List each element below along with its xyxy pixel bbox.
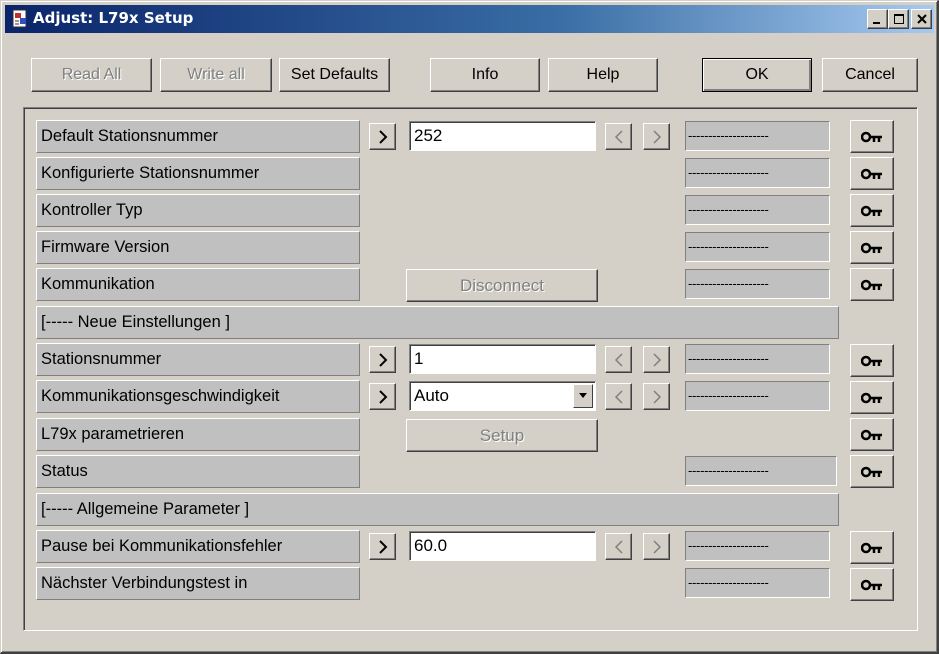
minimize-button[interactable]	[867, 9, 888, 29]
row-label-default-stationsnummer: Default Stationsnummer	[36, 120, 360, 153]
stationsnummer-input[interactable]: 1	[409, 344, 596, 374]
close-icon	[917, 14, 927, 24]
row-label-kommunikation: Kommunikation	[36, 268, 360, 301]
row-label-kommunikationsgeschwindigkeit: Kommunikationsgeschwindigkeit	[36, 380, 360, 413]
key-icon	[861, 242, 882, 254]
key-naechster-verbindungstest-button[interactable]	[850, 568, 894, 601]
read-all-button[interactable]: Read All	[31, 58, 152, 92]
dropdown-button[interactable]	[573, 384, 593, 408]
apply-kommunikationsgeschwindigkeit-button[interactable]	[369, 383, 396, 410]
row-label-firmware-version: Firmware Version	[36, 231, 360, 264]
arrow-right-icon	[653, 540, 662, 554]
info-button[interactable]: Info	[430, 58, 540, 92]
section-neue-einstellungen: [----- Neue Einstellungen ]	[36, 306, 839, 339]
default-stationsnummer-input[interactable]: 252	[409, 121, 596, 151]
window-title: Adjust: L79x Setup	[33, 9, 194, 27]
kontroller-typ-status: --------------------	[685, 195, 830, 225]
settings-panel: Default Stationsnummer 252 -------------…	[23, 107, 918, 631]
arrow-left-icon	[614, 390, 623, 404]
row-label-pause-kommunikationsfehler: Pause bei Kommunikationsfehler	[36, 530, 360, 563]
apply-stationsnummer-button[interactable]	[369, 346, 396, 373]
kommunikation-status: --------------------	[685, 269, 830, 299]
decrement-default-stationsnummer-button[interactable]	[605, 123, 632, 150]
write-all-button[interactable]: Write all	[160, 58, 272, 92]
key-icon	[861, 168, 882, 180]
key-kontroller-typ-button[interactable]	[850, 194, 894, 227]
section-allgemeine-parameter: [----- Allgemeine Parameter ]	[36, 493, 839, 526]
arrow-left-icon	[614, 130, 623, 144]
title-bar[interactable]: Adjust: L79x Setup	[5, 5, 934, 33]
chevron-right-icon	[379, 130, 388, 144]
increment-default-stationsnummer-button[interactable]	[643, 123, 670, 150]
kommunikationsgeschwindigkeit-status: --------------------	[685, 381, 830, 411]
key-icon	[861, 279, 882, 291]
maximize-button[interactable]	[888, 9, 909, 29]
key-pause-kommunikationsfehler-button[interactable]	[850, 531, 894, 564]
kommunikationsgeschwindigkeit-select[interactable]: Auto	[409, 381, 596, 411]
key-kommunikation-button[interactable]	[850, 268, 894, 301]
key-icon	[861, 429, 882, 441]
chevron-right-icon	[379, 540, 388, 554]
decrement-pause-kommunikationsfehler-button[interactable]	[605, 533, 632, 560]
row-label-konfigurierte-stationsnummer: Konfigurierte Stationsnummer	[36, 157, 360, 190]
status-value: --------------------	[685, 456, 837, 486]
key-konfigurierte-stationsnummer-button[interactable]	[850, 157, 894, 190]
key-firmware-version-button[interactable]	[850, 231, 894, 264]
key-icon	[861, 542, 882, 554]
key-icon	[861, 131, 882, 143]
ok-button[interactable]: OK	[702, 58, 812, 92]
naechster-verbindungstest-status: --------------------	[685, 568, 830, 598]
key-icon	[861, 392, 882, 404]
apply-default-stationsnummer-button[interactable]	[369, 123, 396, 150]
key-icon	[861, 466, 882, 478]
firmware-version-status: --------------------	[685, 232, 830, 262]
cancel-button[interactable]: Cancel	[822, 58, 918, 92]
key-icon	[861, 579, 882, 591]
row-label-kontroller-typ: Kontroller Typ	[36, 194, 360, 227]
key-icon	[861, 205, 882, 217]
apply-pause-kommunikationsfehler-button[interactable]	[369, 533, 396, 560]
key-icon	[861, 355, 882, 367]
close-button[interactable]	[911, 9, 932, 29]
row-label-l79x-parametrieren: L79x parametrieren	[36, 418, 360, 451]
key-status-button[interactable]	[850, 455, 894, 488]
minimize-icon	[873, 22, 880, 24]
row-label-naechster-verbindungstest: Nächster Verbindungstest in	[36, 567, 360, 600]
dropdown-arrow-icon	[579, 393, 587, 398]
pause-kommunikationsfehler-input[interactable]: 60.0	[409, 531, 596, 561]
arrow-right-icon	[653, 353, 662, 367]
key-l79x-parametrieren-button[interactable]	[850, 418, 894, 451]
maximize-icon	[894, 14, 904, 24]
arrow-left-icon	[614, 353, 623, 367]
default-stationsnummer-status: --------------------	[685, 121, 830, 151]
set-defaults-button[interactable]: Set Defaults	[279, 58, 390, 92]
arrow-left-icon	[614, 540, 623, 554]
row-label-status: Status	[36, 455, 360, 488]
pause-kommunikationsfehler-status: --------------------	[685, 531, 830, 561]
arrow-right-icon	[653, 130, 662, 144]
setup-button[interactable]: Setup	[406, 419, 598, 452]
help-button[interactable]: Help	[548, 58, 658, 92]
chevron-right-icon	[379, 390, 388, 404]
kommunikationsgeschwindigkeit-value: Auto	[414, 386, 449, 405]
chevron-right-icon	[379, 353, 388, 367]
decrement-stationsnummer-button[interactable]	[605, 346, 632, 373]
increment-kommunikationsgeschwindigkeit-button[interactable]	[643, 383, 670, 410]
konfigurierte-stationsnummer-status: --------------------	[685, 158, 830, 188]
stationsnummer-status: --------------------	[685, 344, 830, 374]
arrow-right-icon	[653, 390, 662, 404]
key-default-stationsnummer-button[interactable]	[850, 120, 894, 153]
row-label-stationsnummer: Stationsnummer	[36, 343, 360, 376]
key-kommunikationsgeschwindigkeit-button[interactable]	[850, 381, 894, 414]
app-document-icon	[12, 9, 27, 28]
adjust-window: Adjust: L79x Setup Read All Write all Se…	[0, 0, 939, 654]
decrement-kommunikationsgeschwindigkeit-button[interactable]	[605, 383, 632, 410]
disconnect-button[interactable]: Disconnect	[406, 269, 598, 302]
increment-pause-kommunikationsfehler-button[interactable]	[643, 533, 670, 560]
key-stationsnummer-button[interactable]	[850, 344, 894, 377]
increment-stationsnummer-button[interactable]	[643, 346, 670, 373]
